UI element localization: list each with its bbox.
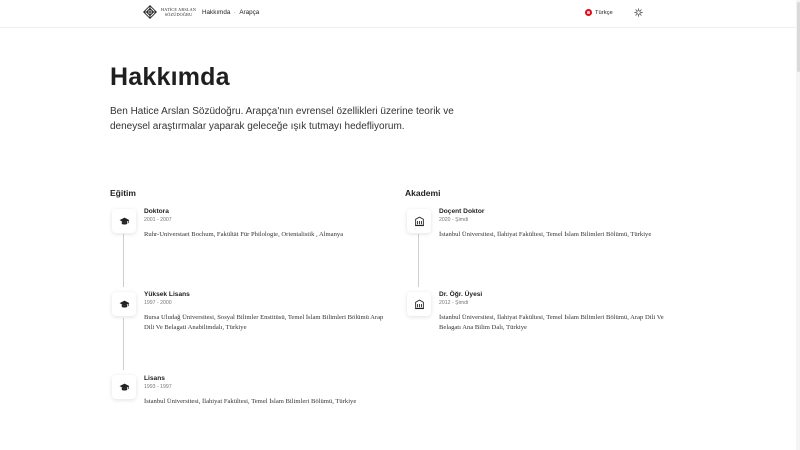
page-scrollbar[interactable] bbox=[796, 0, 800, 450]
education-section-title: Eğitim bbox=[110, 188, 136, 198]
intro-text: Ben Hatice Arslan Sözüdoğru. Arapça'nın … bbox=[110, 106, 454, 132]
education-item-date: 2001 - 2007 bbox=[144, 217, 172, 223]
university-building-icon bbox=[407, 292, 431, 316]
education-item: Lisans 1993 - 1997 İstanbul Üniversitesi… bbox=[144, 375, 384, 407]
academy-item-description: İstanbul Üniversitesi, İlahiyat Fakültes… bbox=[439, 314, 664, 331]
logo-text: HATİCE ARSLAN SÖZÜDOĞRU bbox=[161, 7, 196, 17]
site-logo[interactable]: HATİCE ARSLAN SÖZÜDOĞRU bbox=[143, 5, 196, 19]
graduation-cap-icon bbox=[112, 209, 136, 233]
graduation-cap-icon bbox=[112, 375, 136, 399]
education-timeline-line bbox=[123, 234, 124, 287]
education-item: Doktora 2001 - 2007 Ruhr-Universtaet Boc… bbox=[144, 208, 384, 240]
scrollbar-thumb[interactable] bbox=[796, 2, 800, 72]
education-item-title: Lisans bbox=[144, 375, 165, 382]
logo-mark-icon bbox=[143, 5, 157, 19]
education-item-description: Ruhr-Universtaet Bochum, Fakültät Für Ph… bbox=[144, 231, 344, 238]
university-building-icon bbox=[407, 209, 431, 233]
education-item-description: Bursa Uludağ Üniversitesi, Sosyal Biliml… bbox=[144, 314, 384, 331]
education-item-date: 1993 - 1997 bbox=[144, 384, 172, 390]
page-title: Hakkımda bbox=[110, 63, 230, 91]
academy-item-description: İstanbul Üniversitesi, İlahiyat Fakültes… bbox=[439, 231, 652, 238]
education-item-title: Doktora bbox=[144, 208, 169, 215]
top-navbar: HATİCE ARSLAN SÖZÜDOĞRU Hakkımda Arapça … bbox=[0, 0, 800, 28]
education-item-description: İstanbul Üniversitesi, İlahiyat Fakültes… bbox=[144, 398, 357, 405]
academy-item-title: Doçent Doktor bbox=[439, 208, 485, 215]
graduation-cap-icon bbox=[112, 292, 136, 316]
education-item-date: 1997 - 2000 bbox=[144, 300, 172, 306]
academy-item: Doçent Doktor 2020 - Şimdi İstanbul Üniv… bbox=[439, 208, 679, 240]
education-timeline-line bbox=[123, 318, 124, 370]
language-selector[interactable]: Türkçe bbox=[585, 9, 613, 16]
nav-item-hakkimda[interactable]: Hakkımda bbox=[202, 9, 230, 16]
turkey-flag-icon bbox=[585, 9, 592, 16]
academy-item: Dr. Öğr. Üyesi 2012 - Şimdi İstanbul Üni… bbox=[439, 291, 679, 332]
education-item-title: Yüksek Lisans bbox=[144, 291, 190, 298]
nav-separator bbox=[234, 12, 236, 13]
academy-timeline-line bbox=[418, 234, 419, 287]
sun-icon[interactable] bbox=[634, 8, 643, 17]
academy-item-date: 2012 - Şimdi bbox=[439, 300, 469, 306]
academy-item-date: 2020 - Şimdi bbox=[439, 217, 469, 223]
academy-section-title: Akademi bbox=[405, 188, 441, 198]
main-nav: Hakkımda Arapça bbox=[202, 9, 259, 16]
logo-line-2: SÖZÜDOĞRU bbox=[164, 12, 193, 17]
nav-item-arapca[interactable]: Arapça bbox=[239, 9, 259, 16]
academy-item-title: Dr. Öğr. Üyesi bbox=[439, 291, 483, 298]
education-item: Yüksek Lisans 1997 - 2000 Bursa Uludağ Ü… bbox=[144, 291, 384, 332]
language-label: Türkçe bbox=[595, 9, 613, 16]
